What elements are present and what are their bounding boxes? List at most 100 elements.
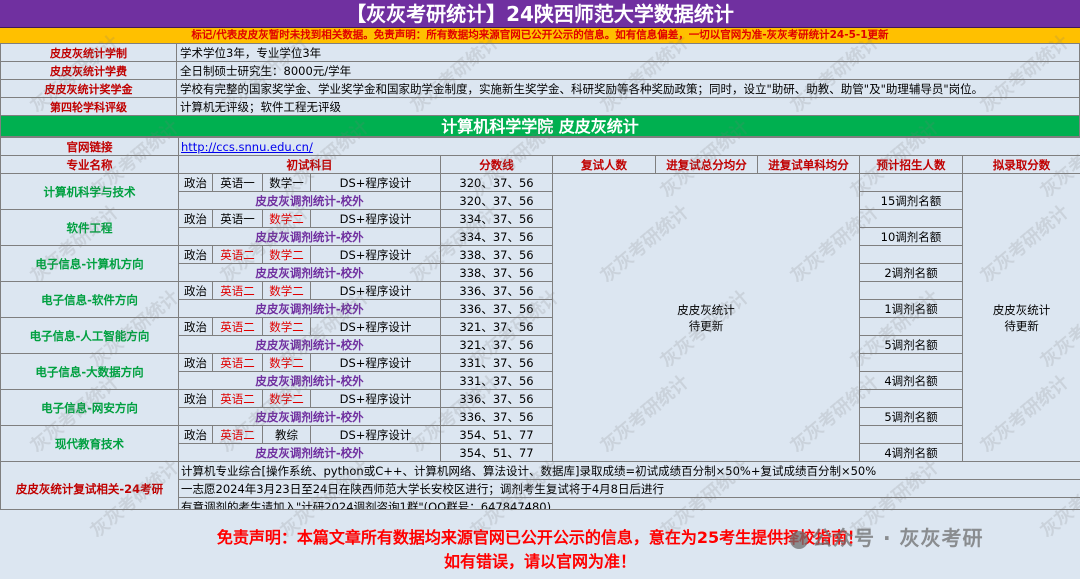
score-line: 331、37、56 — [440, 353, 553, 372]
major-name: 电子信息-网安方向 — [0, 389, 179, 426]
major-name: 计算机科学与技术 — [0, 173, 179, 210]
subject-professional: DS+程序设计 — [310, 281, 441, 300]
major-name: 现代教育技术 — [0, 425, 179, 462]
plan-blank — [859, 209, 963, 228]
info-value: 全日制硕士研究生：8000元/学年 — [176, 61, 1080, 80]
subject-english: 英语一 — [212, 209, 263, 228]
subject-math: 数学二 — [262, 281, 311, 300]
major-name: 软件工程 — [0, 209, 179, 246]
adjustment-label: 皮皮灰调剂统计-校外 — [178, 227, 441, 246]
header-admit-score: 拟录取分数 — [961, 155, 1080, 174]
info-table: 皮皮灰统计学制 学术学位3年，专业学位3年 皮皮灰统计学费 全日制硕士研究生：8000… — [0, 43, 1080, 116]
major-name: 电子信息-人工智能方向 — [0, 317, 179, 354]
major-row: 电子信息-网安方向 政治 英语二 数学二 DS+程序设计 336、37、56 — [0, 389, 1080, 426]
header-score-line: 分数线 — [440, 155, 553, 174]
adjustment-score-line: 336、37、56 — [440, 299, 553, 318]
header-subjects: 初试科目 — [178, 155, 441, 174]
adjustment-label: 皮皮灰调剂统计-校外 — [178, 299, 441, 318]
plan-blank — [859, 245, 963, 264]
subject-professional: DS+程序设计 — [310, 353, 441, 372]
major-row: 电子信息-计算机方向 政治 英语二 数学二 DS+程序设计 338、37、56 — [0, 245, 1080, 282]
official-link-label: 官网链接 — [0, 137, 179, 156]
retest-pending: 皮皮灰统计 待更新 — [552, 173, 860, 462]
adjustment-score-line: 334、37、56 — [440, 227, 553, 246]
plan-blank — [859, 425, 963, 444]
subject-math: 数学二 — [262, 317, 311, 336]
subject-politics: 政治 — [178, 245, 213, 264]
majors-table: 官网链接 http://ccs.snnu.edu.cn/ 专业名称 初试科目 分… — [0, 137, 1080, 516]
adjustment-score-line: 354、51、77 — [440, 443, 553, 462]
subject-math: 数学二 — [262, 245, 311, 264]
score-line: 338、37、56 — [440, 245, 553, 264]
adjustment-quota: 5调剂名额 — [859, 407, 963, 426]
info-key: 皮皮灰统计学费 — [0, 61, 177, 80]
plan-blank — [859, 317, 963, 336]
adjustment-score-line: 331、37、56 — [440, 371, 553, 390]
disclaimer-line-2: 如有错误，请以官网为准！ — [443, 552, 636, 571]
score-line: 336、37、56 — [440, 389, 553, 408]
adjustment-quota: 1调剂名额 — [859, 299, 963, 318]
subject-english: 英语二 — [212, 353, 263, 372]
college-header: 计算机科学学院 皮皮灰统计 — [0, 115, 1080, 137]
adjustment-label: 皮皮灰调剂统计-校外 — [178, 371, 441, 390]
page-title: 【灰灰考研统计】24陕西师范大学数据统计 — [0, 0, 1080, 28]
plan-blank — [859, 389, 963, 408]
adjustment-quota: 4调剂名额 — [859, 371, 963, 390]
subject-politics: 政治 — [178, 425, 213, 444]
pending-text-line: 皮皮灰统计 — [992, 302, 1051, 317]
subject-english: 英语二 — [212, 389, 263, 408]
adjustment-label: 皮皮灰调剂统计-校外 — [178, 443, 441, 462]
pending-text-line: 待更新 — [688, 318, 724, 333]
subject-math: 数学二 — [262, 209, 311, 228]
notice-bar: 标记/代表皮皮灰暂时未找到相关数据。免责声明：所有数据均来源官网已公开公示的信息… — [0, 28, 1080, 43]
adjustment-label: 皮皮灰调剂统计-校外 — [178, 191, 441, 210]
info-key: 皮皮灰统计奖学金 — [0, 79, 177, 98]
wechat-icon — [790, 530, 808, 549]
adjustment-score-line: 336、37、56 — [440, 407, 553, 426]
adjustment-quota: 5调剂名额 — [859, 335, 963, 354]
plan-blank — [859, 281, 963, 300]
subject-politics: 政治 — [178, 389, 213, 408]
plan-blank — [859, 353, 963, 372]
info-row: 皮皮灰统计奖学金 学校有完整的国家奖学金、学业奖学金和国家助学金制度，实施新生奖学… — [0, 79, 1080, 98]
pending-text-line: 待更新 — [1004, 318, 1039, 333]
pending-text-line: 皮皮灰统计 — [677, 302, 735, 317]
major-name: 电子信息-计算机方向 — [0, 245, 179, 282]
adjustment-score-line: 320、37、56 — [440, 191, 553, 210]
subject-english: 英语一 — [212, 173, 263, 192]
subject-math: 数学一 — [262, 173, 311, 192]
header-retest-count: 复试人数 — [552, 155, 656, 174]
subject-professional: DS+程序设计 — [310, 389, 441, 408]
footer-key: 皮皮灰统计复试相关-24考研 — [0, 461, 179, 516]
major-row: 电子信息-软件方向 政治 英语二 数学二 DS+程序设计 336、37、56 — [0, 281, 1080, 318]
subject-professional: DS+程序设计 — [310, 317, 441, 336]
adjustment-label: 皮皮灰调剂统计-校外 — [178, 335, 441, 354]
info-value: 学术学位3年，专业学位3年 — [176, 43, 1080, 62]
footer-line: 计算机专业综合[操作系统、python或C++、计算机网络、算法设计、数据库]录… — [177, 461, 1080, 480]
header-avg-total: 进复试总分均分 — [655, 155, 758, 174]
brand-watermark: 公众号 · 灰灰考研 — [790, 522, 984, 551]
page: 【灰灰考研统计】24陕西师范大学数据统计 标记/代表皮皮灰暂时未找到相关数据。免… — [0, 0, 1080, 579]
score-line: 354、51、77 — [440, 425, 553, 444]
header-avg-single: 进复试单科均分 — [757, 155, 860, 174]
subject-math: 数学二 — [262, 389, 311, 408]
info-row: 皮皮灰统计学费 全日制硕士研究生：8000元/学年 — [0, 61, 1080, 80]
major-name: 电子信息-大数据方向 — [0, 353, 179, 390]
admit-pending: 皮皮灰统计 待更新 — [961, 173, 1080, 462]
plan-blank — [859, 173, 963, 192]
adjustment-quota: 4调剂名额 — [859, 443, 963, 462]
info-key: 第四轮学科评级 — [0, 97, 177, 116]
adjustment-label: 皮皮灰调剂统计-校外 — [178, 263, 441, 282]
adjustment-quota: 2调剂名额 — [859, 263, 963, 282]
info-value: 学校有完整的国家奖学金、学业奖学金和国家助学金制度，实施新生奖学金、科研奖励等各… — [176, 79, 1080, 98]
official-link[interactable]: http://ccs.snnu.edu.cn/ — [177, 137, 1080, 156]
subject-politics: 政治 — [178, 209, 213, 228]
header-major: 专业名称 — [0, 155, 179, 174]
subject-english: 英语二 — [212, 245, 263, 264]
score-line: 334、37、56 — [440, 209, 553, 228]
info-key: 皮皮灰统计学制 — [0, 43, 177, 62]
score-line: 320、37、56 — [440, 173, 553, 192]
info-row: 皮皮灰统计学制 学术学位3年，专业学位3年 — [0, 43, 1080, 62]
subject-english: 英语二 — [212, 281, 263, 300]
subject-politics: 政治 — [178, 317, 213, 336]
